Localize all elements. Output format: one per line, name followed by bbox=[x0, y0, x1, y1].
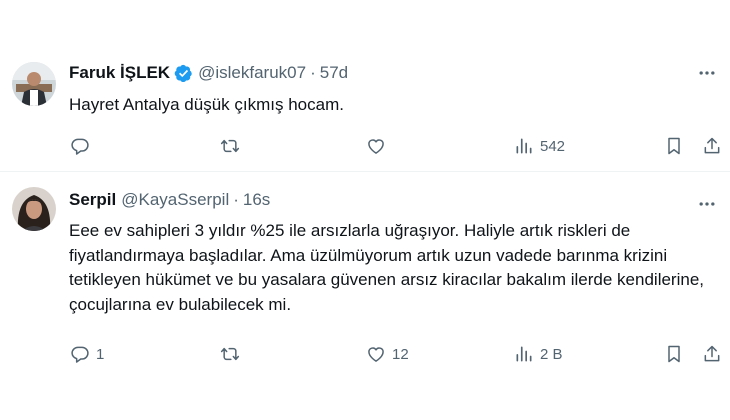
views-count: 542 bbox=[540, 137, 566, 155]
author-handle[interactable]: @islekfaruk07 bbox=[198, 63, 306, 83]
repost-button[interactable] bbox=[220, 134, 246, 158]
reply-button[interactable] bbox=[70, 134, 96, 158]
more-icon[interactable] bbox=[696, 193, 718, 215]
reply-icon bbox=[71, 138, 89, 155]
tweet[interactable]: Faruk İŞLEK @islekfaruk07 · 57d Hayret A… bbox=[0, 0, 730, 172]
verified-badge-icon bbox=[174, 64, 193, 83]
like-button[interactable]: 12 bbox=[366, 342, 409, 366]
tweet-header: Serpil @KayaSserpil · 16s bbox=[69, 189, 270, 211]
repost-button[interactable] bbox=[220, 342, 246, 366]
like-button[interactable] bbox=[366, 134, 392, 158]
avatar-photo bbox=[12, 62, 56, 106]
action-bar: 542 bbox=[70, 134, 722, 158]
timestamp[interactable]: 57d bbox=[320, 63, 348, 83]
views-icon bbox=[516, 346, 532, 362]
share-icon bbox=[704, 345, 720, 362]
like-icon bbox=[368, 347, 384, 362]
bookmark-icon bbox=[668, 137, 680, 155]
views-button[interactable]: 2 B bbox=[514, 342, 563, 366]
tweet[interactable]: Serpil @KayaSserpil · 16s Eee ev sahiple… bbox=[0, 172, 730, 420]
avatar[interactable] bbox=[12, 187, 56, 231]
bookmark-icon bbox=[668, 345, 680, 363]
bookmark-button[interactable] bbox=[664, 342, 684, 366]
views-button[interactable]: 542 bbox=[514, 134, 565, 158]
tweet-text: Eee ev sahipleri 3 yıldır %25 ile arsızl… bbox=[69, 221, 704, 314]
share-icon bbox=[704, 137, 720, 154]
action-bar: 1 12 2 B bbox=[70, 342, 722, 366]
like-count: 12 bbox=[392, 345, 409, 363]
tweet-text: Hayret Antalya düşük çıkmış hocam. bbox=[69, 95, 344, 114]
more-icon[interactable] bbox=[696, 62, 718, 84]
repost-icon bbox=[220, 347, 240, 361]
avatar[interactable] bbox=[12, 62, 56, 106]
separator-dot: · bbox=[310, 63, 316, 82]
author-name[interactable]: Serpil bbox=[69, 190, 116, 210]
repost-icon bbox=[220, 139, 240, 153]
views-icon bbox=[516, 138, 532, 154]
avatar-photo bbox=[12, 187, 56, 231]
tweet-header: Faruk İŞLEK @islekfaruk07 · 57d bbox=[69, 62, 348, 84]
reply-button[interactable]: 1 bbox=[70, 342, 104, 366]
like-icon bbox=[368, 139, 384, 154]
reply-icon bbox=[71, 346, 89, 363]
author-handle[interactable]: @KayaSserpil bbox=[121, 190, 229, 210]
bookmark-button[interactable] bbox=[664, 134, 684, 158]
separator-dot: · bbox=[233, 190, 239, 209]
reply-count: 1 bbox=[96, 345, 105, 363]
share-button[interactable] bbox=[702, 342, 722, 366]
share-button[interactable] bbox=[702, 134, 722, 158]
views-count: 2 B bbox=[540, 345, 563, 363]
timestamp[interactable]: 16s bbox=[243, 190, 270, 210]
author-name[interactable]: Faruk İŞLEK bbox=[69, 63, 170, 83]
